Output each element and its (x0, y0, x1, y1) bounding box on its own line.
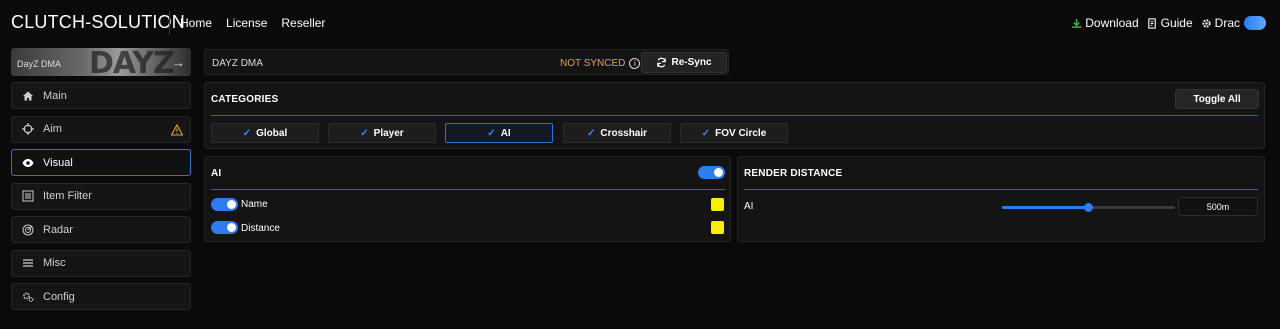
check-icon: ✓ (586, 127, 596, 139)
toggle-knob (227, 200, 236, 209)
distance-label: Distance (241, 223, 280, 234)
category-label: FOV Circle (715, 127, 767, 139)
sidebar: DAYZ DayZ DMA → Main Aim Visual Item Fil… (11, 48, 191, 317)
slider-thumb[interactable] (1084, 203, 1093, 212)
category-label: Crosshair (600, 127, 648, 139)
sidebar-item-label: Aim (43, 123, 62, 135)
nav-home[interactable]: Home (180, 16, 212, 30)
check-icon: ✓ (701, 127, 711, 139)
categories-title: CATEGORIES (211, 94, 279, 105)
sidebar-item-label: Radar (43, 223, 73, 236)
arrow-right-icon[interactable]: → (172, 55, 185, 70)
guide-link[interactable]: Guide (1147, 16, 1193, 30)
sidebar-item-item-filter[interactable]: Item Filter (11, 182, 191, 210)
categories-divider (211, 115, 1258, 116)
sidebar-item-aim[interactable]: Aim (11, 115, 191, 143)
avatar[interactable] (1244, 16, 1266, 30)
categories-panel: CATEGORIES Toggle All ✓ Global ✓ Player … (204, 82, 1265, 149)
crosshair-icon (22, 123, 34, 135)
sync-status-label: NOT SYNCED (560, 58, 626, 69)
nav-license[interactable]: License (226, 16, 267, 30)
sidebar-item-radar[interactable]: Radar (11, 216, 191, 243)
download-link[interactable]: Download (1071, 16, 1139, 30)
check-icon: ✓ (487, 127, 496, 139)
gears-icon (22, 291, 34, 303)
game-banner-art: DAYZ (89, 48, 175, 76)
render-distance-value[interactable]: 500m (1178, 197, 1258, 216)
guide-label: Guide (1160, 16, 1193, 30)
render-distance-label: AI (744, 201, 754, 212)
toggle-all-button[interactable]: Toggle All (1175, 89, 1259, 109)
sidebar-item-label: Config (43, 290, 75, 303)
game-name: DAYZ DMA (212, 58, 263, 69)
distance-color-swatch[interactable] (711, 221, 724, 234)
slider-fill (1002, 206, 1089, 209)
menu-icon (22, 257, 34, 269)
category-label: Player (373, 127, 404, 139)
category-global[interactable]: ✓ Global (211, 123, 319, 143)
download-icon (1072, 18, 1082, 28)
sidebar-item-misc[interactable]: Misc (11, 249, 191, 277)
top-right-nav: Download Guide Drac (1071, 16, 1266, 30)
render-distance-panel: RENDER DISTANCE AI 500m (737, 156, 1265, 242)
category-fov-circle[interactable]: ✓ FOV Circle (680, 123, 788, 143)
game-banner[interactable]: DAYZ DayZ DMA → (11, 48, 191, 76)
check-icon: ✓ (360, 127, 369, 139)
ai-visual-panel: AI Name Distance (204, 156, 731, 242)
check-icon: ✓ (242, 127, 252, 139)
category-crosshair[interactable]: ✓ Crosshair (563, 123, 671, 143)
sidebar-item-label: Misc (43, 257, 66, 269)
sync-status: NOT SYNCED i (560, 58, 641, 69)
refresh-icon (657, 57, 667, 68)
name-toggle[interactable] (211, 198, 238, 211)
brand-divider (169, 11, 170, 35)
top-bar: CLUTCH-SOLUTION Home License Reseller Do… (0, 0, 1280, 46)
toggle-knob (714, 168, 723, 177)
warning-icon (171, 123, 183, 136)
sidebar-item-label: Item Filter (43, 190, 92, 202)
name-label: Name (241, 199, 268, 210)
download-label: Download (1085, 16, 1139, 30)
name-color-swatch[interactable] (711, 198, 724, 211)
nav-reseller[interactable]: Reseller (281, 16, 325, 30)
guide-icon (1147, 17, 1156, 29)
resync-label: Re-Sync (671, 57, 712, 68)
sidebar-item-label: Visual (43, 156, 73, 169)
render-distance-title: RENDER DISTANCE (744, 168, 843, 179)
category-label: AI (500, 127, 511, 139)
ai-panel-title: AI (211, 168, 222, 179)
category-label: Global (256, 127, 288, 139)
render-distance-slider[interactable] (1002, 203, 1175, 212)
radar-icon (22, 224, 34, 236)
game-status-panel: DAYZ DMA NOT SYNCED i Re-Sync (204, 49, 729, 75)
resync-button[interactable]: Re-Sync (641, 52, 727, 73)
distance-toggle[interactable] (211, 221, 238, 234)
category-player[interactable]: ✓ Player (328, 123, 436, 143)
game-banner-label: DayZ DMA (17, 59, 62, 69)
render-distance-divider (744, 189, 1258, 190)
toggle-knob (227, 223, 236, 232)
gear-icon (1202, 18, 1211, 28)
home-icon (22, 90, 34, 102)
ai-master-toggle[interactable] (698, 166, 725, 179)
main-nav: Home License Reseller (180, 16, 325, 30)
info-icon[interactable]: i (629, 58, 641, 69)
sidebar-item-label: Main (43, 89, 67, 102)
eye-icon (22, 157, 34, 169)
user-menu[interactable]: Drac (1201, 16, 1266, 30)
sidebar-item-visual[interactable]: Visual (11, 149, 191, 176)
brand-logo[interactable]: CLUTCH-SOLUTION (11, 12, 185, 33)
category-ai[interactable]: ✓ AI (445, 123, 553, 143)
list-icon (22, 190, 34, 202)
user-name: Drac (1214, 16, 1240, 30)
sidebar-item-main[interactable]: Main (11, 82, 191, 109)
ai-panel-divider (211, 189, 725, 190)
sidebar-item-config[interactable]: Config (11, 283, 191, 310)
